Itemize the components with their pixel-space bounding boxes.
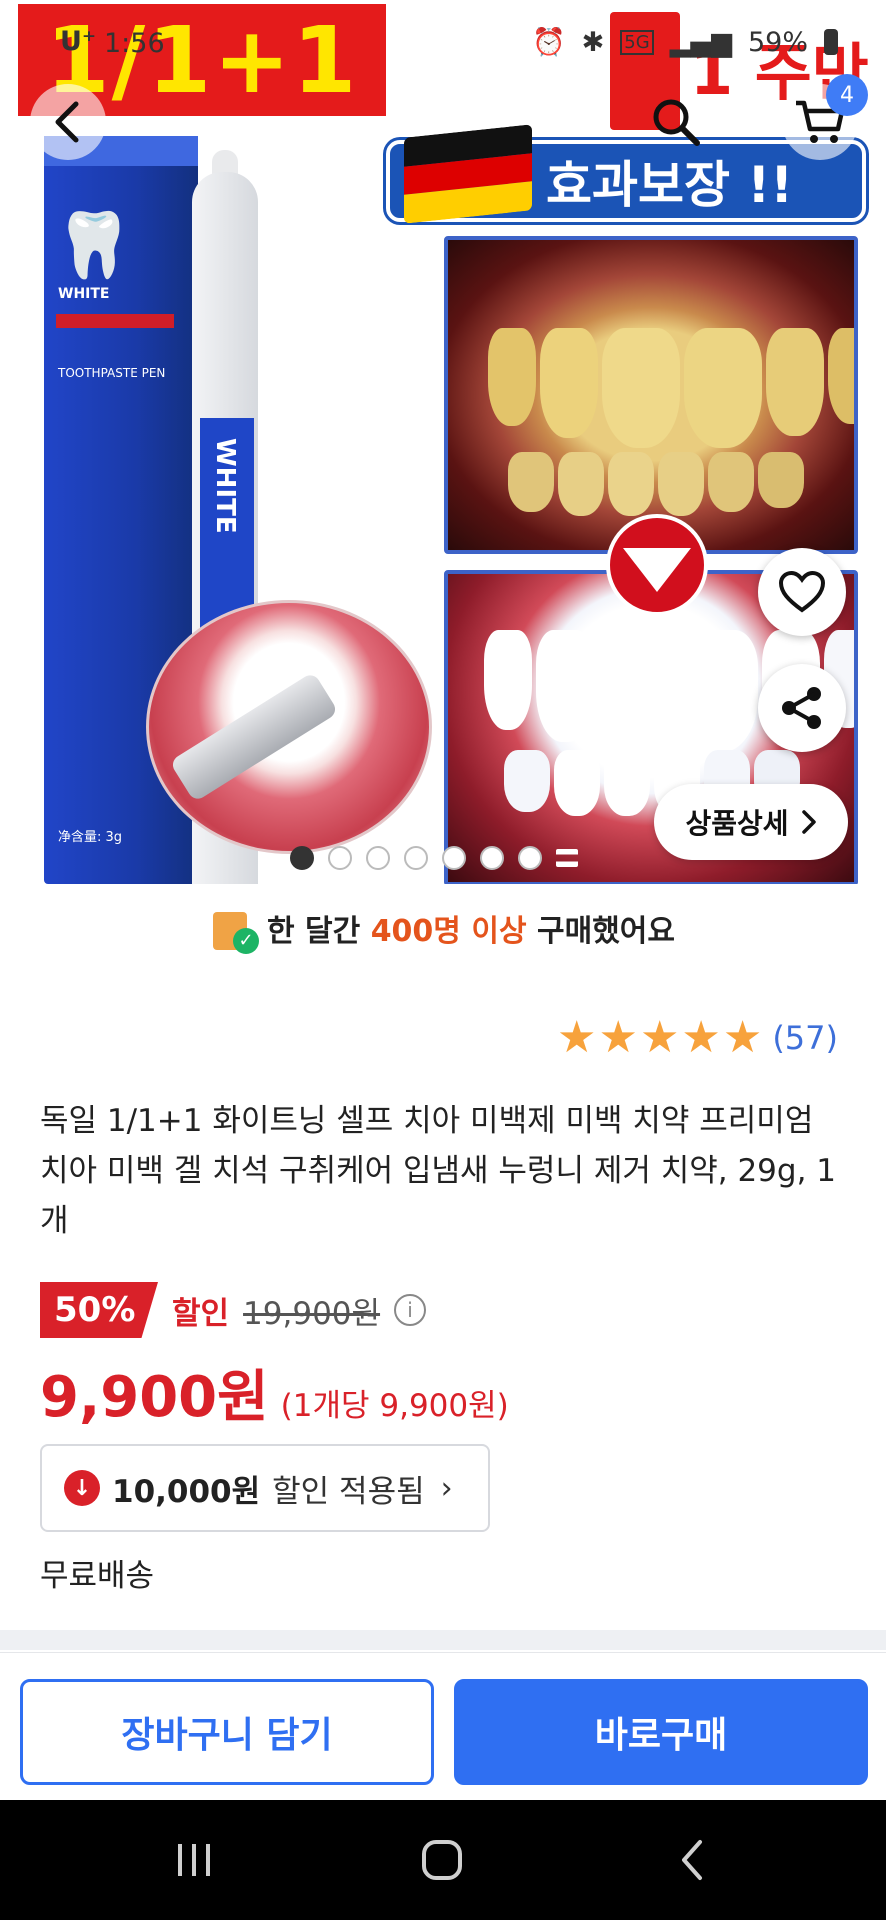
share-button[interactable] (758, 664, 846, 752)
search-icon (653, 99, 700, 146)
product-detail-button[interactable]: 상품상세 (654, 784, 848, 860)
purchase-count-banner: ✓ 한 달간 400명 이상 구매했어요 (0, 904, 886, 954)
star-icon: ★ (557, 1012, 597, 1063)
arrow-down-icon (606, 514, 708, 616)
chevron-left-icon (55, 101, 79, 143)
bottom-action-bar: 장바구니 담기 바로구매 (0, 1652, 886, 1800)
product-detail-label: 상품상세 (685, 807, 789, 840)
bluetooth-icon: ✱ (581, 26, 605, 58)
add-to-cart-button[interactable]: 장바구니 담기 (20, 1679, 434, 1785)
chevron-right-icon (801, 810, 816, 834)
tooth-icon: 🦷 (54, 209, 134, 283)
system-back-button[interactable] (662, 1834, 722, 1886)
status-bar: U⁺ 1:56 ⏰ ✱ 5G ▂▄▆ 59% (0, 0, 886, 84)
search-button[interactable] (638, 84, 714, 160)
chevron-right-icon: › (440, 1470, 453, 1506)
alarm-icon: ⏰ (532, 27, 566, 58)
review-count[interactable]: (57) (772, 1019, 838, 1057)
carousel-dot[interactable] (442, 846, 466, 870)
german-flag-icon (404, 124, 532, 224)
home-icon (422, 1840, 462, 1880)
star-icon: ★ (639, 1012, 680, 1063)
arrow-down-circle-icon: ↓ (64, 1470, 100, 1506)
back-button[interactable] (30, 84, 106, 160)
heart-icon (778, 570, 826, 613)
menu-icon[interactable] (556, 849, 578, 867)
box-label: WHITE (58, 286, 110, 302)
box-net-weight: 净含量: 3g (58, 830, 123, 845)
carousel-dot[interactable] (328, 846, 352, 870)
favorite-button[interactable] (758, 548, 846, 636)
price-row: 9,900원 (1개당 9,900원) (40, 1352, 509, 1433)
carousel-indicator (290, 846, 578, 870)
sale-price: 9,900원 (40, 1365, 269, 1430)
share-icon (782, 687, 821, 729)
guarantee-banner: 효과보장 !! (386, 124, 866, 224)
discount-badge: 50% (40, 1282, 158, 1338)
original-price: 19,900원 (243, 1295, 381, 1332)
shopping-bag-icon: ✓ (211, 904, 259, 954)
product-image-carousel[interactable]: 1/1+1 1 주만 효과보장 !! 🦷 WHITE TOOTHPASTE PE… (0, 0, 886, 884)
carousel-dot[interactable] (366, 846, 390, 870)
carousel-dot[interactable] (404, 846, 428, 870)
signal-icon: ▂▄▆ (669, 26, 732, 58)
recents-icon (178, 1844, 210, 1876)
info-icon[interactable]: i (394, 1294, 427, 1326)
battery-label: 59% (747, 26, 808, 58)
coupon-status: 할인 적용됨 (272, 1473, 425, 1510)
carousel-dot[interactable] (480, 846, 504, 870)
network-label: 5G (620, 29, 654, 55)
carrier-label: U⁺ (60, 26, 97, 57)
coupon-button[interactable]: ↓ 10,000원 할인 적용됨 › (40, 1444, 490, 1532)
discount-label: 할인 (172, 1295, 230, 1332)
unit-price: (1개당 9,900원) (280, 1388, 509, 1424)
clock: 1:56 (104, 28, 165, 59)
closeup-photo (146, 600, 432, 854)
purchase-count: 400명 이상 (370, 914, 527, 949)
back-icon (682, 1840, 702, 1880)
star-icon: ★ (598, 1012, 638, 1063)
carousel-dot[interactable] (518, 846, 542, 870)
recent-apps-button[interactable] (164, 1834, 224, 1886)
battery-icon (824, 29, 838, 55)
cart-count-badge: 4 (826, 74, 868, 116)
rating[interactable]: ★ ★ ★ ★ ★ (57) (557, 1016, 838, 1060)
home-button[interactable] (412, 1834, 472, 1886)
buy-now-button[interactable]: 바로구매 (454, 1679, 868, 1785)
star-icon: ★ (681, 1012, 721, 1063)
before-photo (444, 236, 858, 554)
box-subtitle: TOOTHPASTE PEN (58, 366, 166, 380)
system-navigation-bar (0, 1800, 886, 1920)
carousel-dot[interactable] (290, 846, 314, 870)
star-icon: ★ (722, 1012, 763, 1063)
shipping-label: 무료배송 (40, 1558, 155, 1594)
section-divider (0, 1630, 886, 1650)
product-title: 독일 1/1+1 화이트닝 셀프 치아 미백제 미백 치약 프리미엄 치아 미백… (40, 1103, 837, 1239)
discount-row: 50% 할인 19,900원 i (40, 1282, 427, 1338)
coupon-amount: 10,000원 (112, 1473, 261, 1510)
